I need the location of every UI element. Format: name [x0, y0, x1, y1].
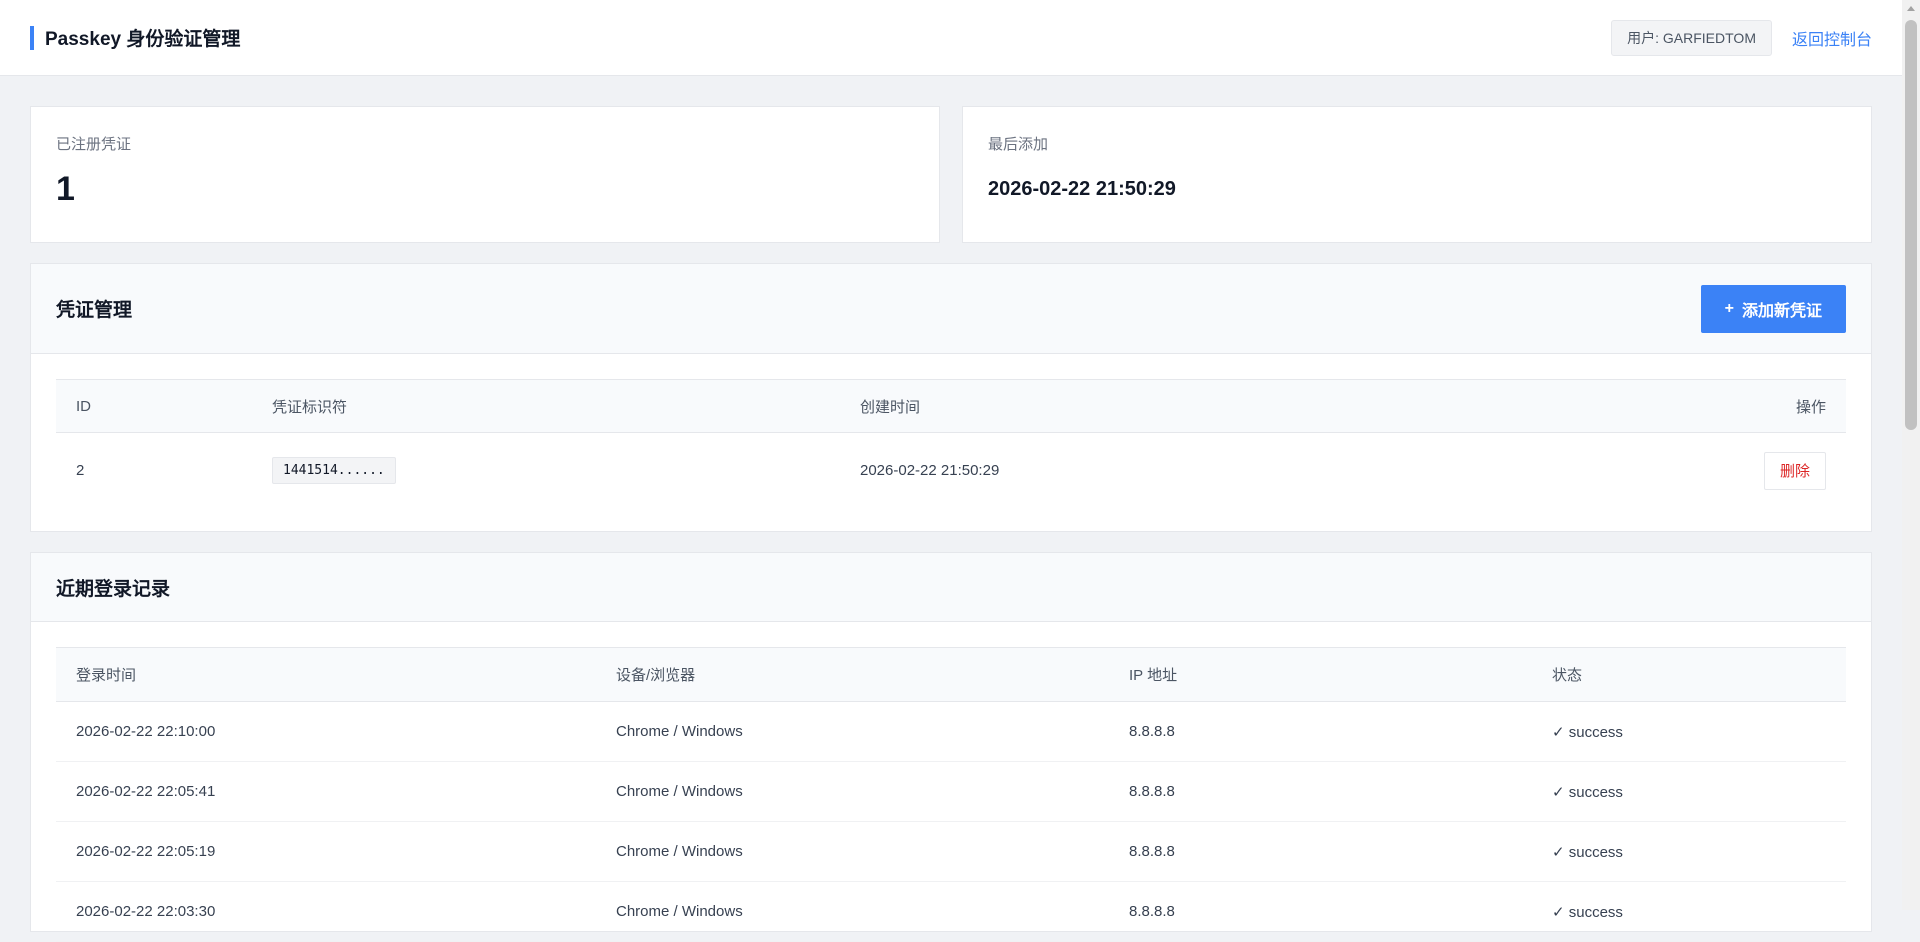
logins-panel-header: 近期登录记录: [31, 553, 1871, 622]
login-status: ✓ success: [1532, 881, 1846, 942]
brand: Passkey 身份验证管理: [30, 24, 240, 51]
header-actions: 用户: GARFIEDTOM 返回控制台: [1611, 19, 1872, 56]
vertical-scrollbar[interactable]: [1902, 0, 1920, 910]
login-device: Chrome / Windows: [596, 761, 1109, 822]
stats-row: 已注册凭证 1 最后添加 2026-02-22 21:50:29: [30, 106, 1872, 243]
column-header-login-time: 登录时间: [56, 647, 596, 702]
login-status: ✓ success: [1532, 761, 1846, 822]
credential-created: 2026-02-22 21:50:29: [860, 462, 1000, 480]
top-bar: Passkey 身份验证管理 用户: GARFIEDTOM 返回控制台: [0, 0, 1902, 76]
login-ip: 8.8.8.8: [1109, 821, 1532, 882]
last-added-value: 2026-02-22 21:50:29: [988, 178, 1176, 200]
scroll-up-arrow-icon[interactable]: [1907, 6, 1915, 11]
login-device: Chrome / Windows: [596, 821, 1109, 882]
credential-table: ID 凭证标识符 创建时间 操作 2 1441514...... 2026-02…: [56, 379, 1846, 509]
table-row: 2026-02-22 22:05:41 Chrome / Windows 8.8…: [56, 761, 1846, 822]
column-header-id: ID: [56, 379, 252, 433]
login-device: Chrome / Windows: [596, 701, 1109, 762]
credential-identifier-cell: 1441514......: [252, 433, 840, 509]
plus-icon: +: [1724, 299, 1734, 317]
credential-management-panel: 凭证管理 + 添加新凭证 ID 凭证标识符 创建时间 操作 2 1441514.…: [30, 263, 1872, 532]
logins-panel-title: 近期登录记录: [56, 578, 171, 600]
table-row: 2026-02-22 22:05:19 Chrome / Windows 8.8…: [56, 821, 1846, 882]
credential-actions-cell: 删除: [1540, 433, 1846, 509]
column-header-ip: IP 地址: [1109, 647, 1532, 702]
login-device: Chrome / Windows: [596, 881, 1109, 942]
last-added-label: 最后添加: [988, 136, 1049, 153]
login-time: 2026-02-22 22:05:41: [56, 761, 596, 822]
login-time: 2026-02-22 22:10:00: [56, 701, 596, 762]
login-ip: 8.8.8.8: [1109, 701, 1532, 762]
back-to-console-link[interactable]: 返回控制台: [1792, 26, 1872, 50]
accent-bar: [30, 25, 34, 50]
column-header-actions: 操作: [1540, 379, 1846, 433]
last-added-card: 最后添加 2026-02-22 21:50:29: [962, 106, 1872, 243]
credential-identifier: 1441514......: [272, 457, 396, 485]
credential-panel-title: 凭证管理: [56, 300, 133, 321]
login-ip: 8.8.8.8: [1109, 761, 1532, 822]
page-title: Passkey 身份验证管理: [45, 29, 241, 50]
login-table: 登录时间 设备/浏览器 IP 地址 状态 2026-02-22 22:10:00…: [56, 647, 1846, 942]
column-header-device: 设备/浏览器: [596, 647, 1109, 702]
login-time: 2026-02-22 22:05:19: [56, 821, 596, 882]
credential-id: 2: [76, 462, 85, 480]
table-row: 2026-02-22 22:03:30 Chrome / Windows 8.8…: [56, 881, 1846, 942]
credential-panel-header: 凭证管理 + 添加新凭证: [31, 264, 1871, 354]
login-ip: 8.8.8.8: [1109, 881, 1532, 942]
add-credential-button[interactable]: + 添加新凭证: [1700, 284, 1846, 333]
recent-logins-panel: 近期登录记录 登录时间 设备/浏览器 IP 地址 状态 2026-02-22 2…: [30, 552, 1872, 942]
credential-table-header: ID 凭证标识符 创建时间 操作: [56, 379, 1846, 433]
login-table-header: 登录时间 设备/浏览器 IP 地址 状态: [56, 647, 1846, 702]
login-status: ✓ success: [1532, 821, 1846, 882]
user-badge: 用户: GARFIEDTOM: [1611, 19, 1772, 56]
column-header-status: 状态: [1532, 647, 1846, 702]
registered-credentials-count: 1: [56, 170, 75, 208]
add-credential-label: 添加新凭证: [1741, 302, 1822, 320]
registered-credentials-card: 已注册凭证 1: [30, 106, 940, 243]
delete-button[interactable]: 删除: [1763, 451, 1826, 490]
registered-credentials-label: 已注册凭证: [56, 136, 132, 153]
column-header-created: 创建时间: [840, 379, 1540, 433]
column-header-identifier: 凭证标识符: [252, 379, 840, 433]
scrollbar-thumb[interactable]: [1905, 20, 1917, 430]
login-time: 2026-02-22 22:03:30: [56, 881, 596, 942]
table-row: 2 1441514...... 2026-02-22 21:50:29 删除: [56, 433, 1846, 509]
login-status: ✓ success: [1532, 701, 1846, 762]
table-row: 2026-02-22 22:10:00 Chrome / Windows 8.8…: [56, 701, 1846, 762]
